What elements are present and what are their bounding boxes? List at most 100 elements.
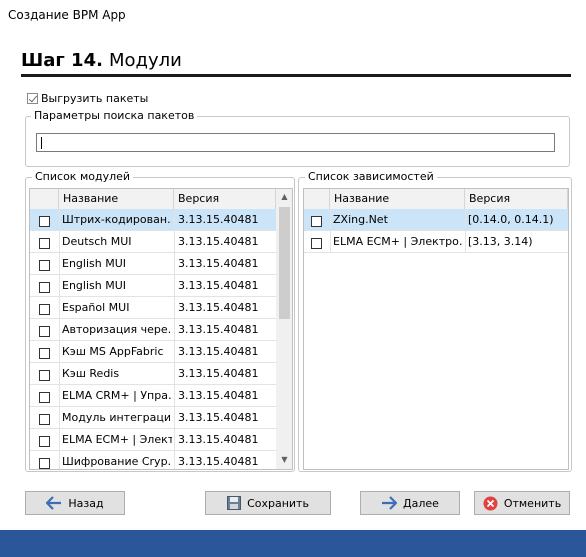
modules-row-checkbox[interactable]	[39, 391, 50, 403]
modules-row-name: Шифрование Cryp…	[62, 455, 172, 468]
modules-row-checkbox[interactable]	[39, 259, 50, 271]
modules-row-checkbox[interactable]	[39, 413, 50, 425]
arrow-left-icon	[46, 496, 62, 510]
modules-row-version: 3.13.15.40481	[178, 301, 259, 314]
modules-row-divider	[174, 407, 175, 428]
modules-row-version: 3.13.15.40481	[178, 455, 259, 468]
modules-row-checkbox[interactable]	[39, 435, 50, 447]
next-button[interactable]: Далее	[360, 491, 460, 515]
modules-row-checkbox[interactable]	[39, 369, 50, 381]
modules-row[interactable]: Модуль интеграци… 3.13.15.40481	[30, 407, 276, 429]
modules-row-checkbox[interactable]	[39, 303, 50, 315]
modules-row-divider	[59, 363, 60, 384]
modules-grid-header: Название Версия	[30, 189, 276, 210]
modules-row[interactable]: ELMA ECM+ | Элект… 3.13.15.40481	[30, 429, 276, 451]
modules-grid[interactable]: Название Версия Штрих-кодирован… 3.13.15.…	[29, 188, 293, 470]
modules-row-divider	[174, 275, 175, 296]
modules-row-divider	[174, 451, 175, 469]
back-button[interactable]: Назад	[25, 491, 125, 515]
modules-row-checkbox[interactable]	[39, 347, 50, 359]
modules-row[interactable]: Deutsch MUI 3.13.15.40481	[30, 231, 276, 253]
modules-row-divider	[174, 209, 175, 230]
modules-row-divider	[59, 407, 60, 428]
step-number: Шаг 14.	[21, 50, 103, 71]
modules-row-checkbox[interactable]	[39, 237, 50, 249]
modules-row[interactable]: Шифрование Cryp… 3.13.15.40481	[30, 451, 276, 469]
step-title: Модули	[109, 50, 182, 71]
export-packages-check[interactable]	[27, 93, 38, 104]
modules-scroll-thumb[interactable]	[279, 207, 290, 319]
modules-group: Список модулей Название Версия Штрих-код…	[25, 170, 295, 472]
modules-row[interactable]: Штрих-кодирован… 3.13.15.40481	[30, 209, 276, 231]
modules-row[interactable]: English MUI 3.13.15.40481	[30, 275, 276, 297]
dependencies-header-name[interactable]: Название	[330, 189, 465, 209]
dependencies-row[interactable]: ELMA ECM+ | Электро… [3.13, 3.14)	[304, 231, 568, 253]
modules-row[interactable]: English MUI 3.13.15.40481	[30, 253, 276, 275]
dependencies-row[interactable]: ZXing.Net [0.14.0, 0.14.1)	[304, 209, 568, 231]
modules-row-divider	[174, 341, 175, 362]
dependencies-row-checkbox[interactable]	[311, 215, 322, 227]
export-packages-label: Выгрузить пакеты	[41, 92, 149, 105]
modules-row-checkbox[interactable]	[39, 281, 50, 293]
modules-row-name: Кэш MS AppFabric	[62, 345, 164, 358]
modules-row-checkbox[interactable]	[39, 215, 50, 227]
package-search-input[interactable]	[36, 133, 555, 152]
modules-row[interactable]: ELMA CRM+ | Упра… 3.13.15.40481	[30, 385, 276, 407]
modules-row-name: Авторизация чере…	[62, 323, 172, 336]
modules-scrollbar[interactable]: ▲ ▼	[276, 189, 292, 469]
footer-bar	[0, 530, 586, 557]
cancel-button[interactable]: Отменить	[474, 491, 570, 515]
modules-row-name: Deutsch MUI	[62, 235, 132, 248]
modules-row-name: English MUI	[62, 279, 127, 292]
modules-row-divider	[174, 297, 175, 318]
dependencies-row-divider	[330, 209, 331, 230]
save-button[interactable]: Сохранить	[205, 491, 331, 515]
modules-header-name[interactable]: Название	[59, 189, 174, 209]
modules-row[interactable]: Кэш Redis 3.13.15.40481	[30, 363, 276, 385]
text-caret	[41, 137, 42, 149]
next-button-label: Далее	[403, 496, 439, 510]
modules-row-divider	[174, 231, 175, 252]
modules-row-name: Модуль интеграци…	[62, 411, 172, 424]
modules-row-divider	[174, 319, 175, 340]
modules-row-divider	[59, 451, 60, 469]
modules-row-version: 3.13.15.40481	[178, 213, 259, 226]
dependencies-legend: Список зависимостей	[305, 170, 437, 183]
modules-row[interactable]: Español MUI 3.13.15.40481	[30, 297, 276, 319]
modules-row-divider	[59, 429, 60, 450]
modules-row-name: English MUI	[62, 257, 127, 270]
scroll-down-icon[interactable]: ▼	[276, 455, 292, 464]
modules-row[interactable]: Кэш MS AppFabric 3.13.15.40481	[30, 341, 276, 363]
modules-row-version: 3.13.15.40481	[178, 235, 259, 248]
modules-row-checkbox[interactable]	[39, 457, 50, 469]
modules-row-divider	[59, 253, 60, 274]
dependencies-row-divider	[465, 209, 466, 230]
modules-row-divider	[174, 363, 175, 384]
search-params-group: Параметры поиска пакетов	[25, 109, 570, 167]
modules-row-name: Кэш Redis	[62, 367, 120, 380]
modules-header-version[interactable]: Версия	[174, 189, 276, 209]
modules-row-divider	[59, 209, 60, 230]
dependencies-group: Список зависимостей Название Версия ZXin…	[298, 170, 572, 472]
dependencies-grid-header: Название Версия	[304, 189, 568, 210]
modules-row-checkbox[interactable]	[39, 325, 50, 337]
dependencies-row-checkbox[interactable]	[311, 237, 322, 249]
dependencies-header-version[interactable]: Версия	[465, 189, 568, 209]
cancel-button-label: Отменить	[503, 496, 562, 510]
modules-legend: Список модулей	[32, 170, 134, 183]
window-title: Создание BPM App	[8, 8, 126, 22]
dependencies-grid[interactable]: Название Версия ZXing.Net [0.14.0, 0.14.1…	[303, 188, 569, 470]
scroll-up-icon[interactable]: ▲	[276, 192, 292, 201]
modules-row-version: 3.13.15.40481	[178, 433, 259, 446]
modules-row[interactable]: Авторизация чере… 3.13.15.40481	[30, 319, 276, 341]
cancel-icon	[483, 496, 498, 510]
step-header: Шаг 14. Модули	[21, 50, 571, 77]
modules-row-name: ELMA CRM+ | Упра…	[62, 389, 172, 402]
modules-row-name: Español MUI	[62, 301, 130, 314]
floppy-disk-icon	[227, 496, 242, 510]
modules-row-version: 3.13.15.40481	[178, 257, 259, 270]
modules-row-name: Штрих-кодирован…	[62, 213, 172, 226]
modules-row-name: ELMA ECM+ | Элект…	[62, 433, 172, 446]
export-packages-checkbox[interactable]: Выгрузить пакеты	[27, 92, 148, 105]
modules-row-version: 3.13.15.40481	[178, 389, 259, 402]
